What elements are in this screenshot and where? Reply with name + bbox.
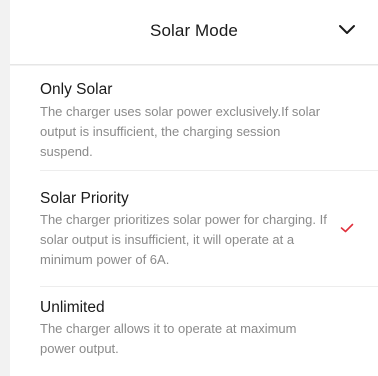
- divider: [40, 286, 378, 287]
- option-title: Unlimited: [40, 299, 105, 316]
- option-unlimited[interactable]: Unlimited The charger allows it to opera…: [10, 288, 378, 374]
- solar-mode-header[interactable]: Solar Mode: [10, 0, 378, 65]
- page-title: Solar Mode: [150, 21, 238, 40]
- option-only-solar[interactable]: Only Solar The charger uses solar power …: [10, 66, 378, 162]
- option-title: Solar Priority: [40, 190, 129, 207]
- option-solar-priority[interactable]: Solar Priority The charger prioritizes s…: [10, 176, 378, 276]
- chevron-down-icon[interactable]: [338, 24, 356, 36]
- divider: [40, 170, 378, 171]
- option-description: The charger prioritizes solar power for …: [40, 212, 327, 267]
- option-title: Only Solar: [40, 81, 113, 98]
- option-description: The charger allows it to operate at maxi…: [40, 321, 297, 356]
- solar-mode-options-list: Only Solar The charger uses solar power …: [10, 66, 378, 376]
- option-description: The charger uses solar power exclusively…: [40, 104, 321, 159]
- checkmark-icon: [340, 223, 354, 233]
